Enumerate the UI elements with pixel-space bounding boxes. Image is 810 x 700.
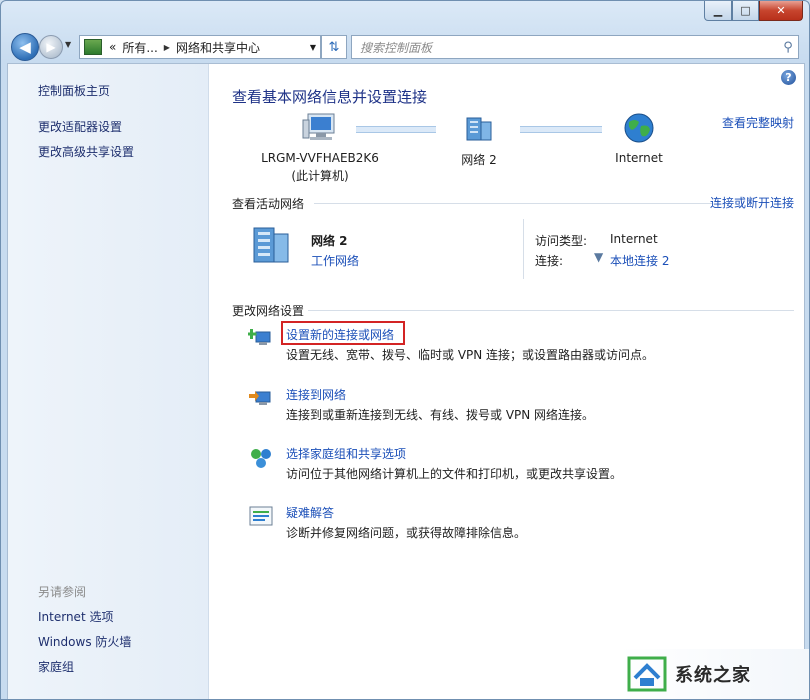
watermark-logo xyxy=(627,656,667,692)
troubleshoot-icon xyxy=(249,506,273,526)
help-icon[interactable]: ? xyxy=(781,70,796,85)
access-type-label: 访问类型: xyxy=(535,234,588,248)
see-also-homegroup[interactable]: 家庭组 xyxy=(38,658,74,675)
vertical-divider xyxy=(523,219,524,279)
sidebar-item-home[interactable]: 控制面板主页 xyxy=(38,82,110,99)
map-link-line xyxy=(356,126,436,133)
page-title: 查看基本网络信息并设置连接 xyxy=(232,88,428,106)
homegroup-icon xyxy=(251,449,271,468)
work-network-icon xyxy=(253,227,289,263)
change-settings-title: 更改网络设置 xyxy=(232,304,305,318)
address-bar[interactable]: « 所有... ▶ 网络和共享中心 ▼ xyxy=(79,35,321,59)
map-computer-name: LRGM-VVFHAEB2K6 xyxy=(261,151,379,165)
connect-network-desc: 连接到或重新连接到无线、有线、拨号或 VPN 网络连接。 xyxy=(286,408,595,422)
computer-icon xyxy=(302,113,335,140)
see-also-firewall[interactable]: Windows 防火墙 xyxy=(38,633,131,650)
control-panel-window: ▁ □ ✕ ◀ ▶ ▼ « 所有... ▶ 网络和共享中心 ▼ ⇅ 搜索控制面板… xyxy=(0,0,810,700)
back-button[interactable]: ◀ xyxy=(11,33,39,61)
main-panel: ? 查看基本网络信息并设置连接 查看完整映射 LRGM-VVFHAEB2K6 (… xyxy=(208,64,804,699)
connect-network-link[interactable]: 连接到网络 xyxy=(286,386,346,403)
sidebar-item-advanced-sharing[interactable]: 更改高级共享设置 xyxy=(38,143,134,160)
active-network-name: 网络 2 xyxy=(311,234,348,248)
control-panel-icon xyxy=(84,39,102,55)
troubleshoot-desc: 诊断并修复网络问题，或获得故障排除信息。 xyxy=(286,526,527,540)
see-also-title: 另请参阅 xyxy=(38,585,87,599)
map-internet-label: Internet xyxy=(615,151,663,165)
section-divider xyxy=(308,310,794,311)
navigation-bar: ◀ ▶ ▼ « 所有... ▶ 网络和共享中心 ▼ ⇅ 搜索控制面板 ⚲ xyxy=(1,31,809,61)
minimize-button[interactable]: ▁ xyxy=(704,1,732,21)
map-link-line xyxy=(520,126,602,133)
breadcrumb-network-center[interactable]: 网络和共享中心 xyxy=(173,39,263,56)
active-networks-title: 查看活动网络 xyxy=(232,197,305,211)
troubleshoot-link[interactable]: 疑难解答 xyxy=(286,504,334,521)
connect-network-icon xyxy=(249,391,271,405)
refresh-button[interactable]: ⇅ xyxy=(321,35,347,59)
homegroup-desc: 访问位于其他网络计算机上的文件和打印机，或更改共享设置。 xyxy=(286,467,623,481)
network-type-link[interactable]: 工作网络 xyxy=(311,252,359,269)
map-computer[interactable]: LRGM-VVFHAEB2K6 (此计算机) xyxy=(250,112,390,184)
highlight-box xyxy=(281,321,405,345)
watermark-text: 系统之家 xyxy=(675,665,751,686)
connect-disconnect-link[interactable]: 连接或断开连接 xyxy=(710,194,794,211)
map-internet[interactable]: Internet xyxy=(606,112,672,165)
breadcrumb-all-items[interactable]: 所有... xyxy=(119,39,160,56)
close-button[interactable]: ✕ xyxy=(759,1,803,21)
sidebar-item-adapter-settings[interactable]: 更改适配器设置 xyxy=(38,118,122,135)
recent-pages-dropdown[interactable]: ▼ xyxy=(65,40,71,49)
window-controls: ▁ □ ✕ xyxy=(704,1,803,21)
globe-icon xyxy=(624,113,654,143)
address-dropdown-icon[interactable]: ▼ xyxy=(310,43,316,52)
breadcrumb-overflow[interactable]: « xyxy=(106,40,119,54)
homegroup-link[interactable]: 选择家庭组和共享选项 xyxy=(286,445,406,462)
access-type-value: Internet xyxy=(610,232,658,246)
content-area: 控制面板主页 更改适配器设置 更改高级共享设置 另请参阅 Internet 选项… xyxy=(7,63,805,699)
maximize-button[interactable]: □ xyxy=(732,1,759,21)
local-connection-link[interactable]: 本地连接 2 xyxy=(610,252,669,269)
refresh-icon: ⇅ xyxy=(328,39,340,55)
section-divider xyxy=(314,203,712,204)
view-full-map-link[interactable]: 查看完整映射 xyxy=(722,114,794,131)
map-network-name: 网络 2 xyxy=(461,153,497,167)
new-connection-desc: 设置无线、宽带、拨号、临时或 VPN 连接；或设置路由器或访问点。 xyxy=(286,348,655,362)
ethernet-icon: ▼ xyxy=(594,250,604,264)
search-box[interactable]: 搜索控制面板 ⚲ xyxy=(351,35,799,59)
breadcrumb-separator-icon[interactable]: ▶ xyxy=(161,43,173,52)
map-computer-sub: (此计算机) xyxy=(291,169,349,183)
see-also-internet-options[interactable]: Internet 选项 xyxy=(38,608,113,625)
sidebar: 控制面板主页 更改适配器设置 更改高级共享设置 另请参阅 Internet 选项… xyxy=(8,64,209,699)
forward-button[interactable]: ▶ xyxy=(39,35,63,59)
new-connection-icon xyxy=(248,329,271,345)
watermark: 系统之家 xyxy=(619,649,809,699)
map-network[interactable]: 网络 2 xyxy=(444,112,514,168)
connections-label: 连接: xyxy=(535,254,564,268)
search-input[interactable]: 搜索控制面板 xyxy=(352,39,778,56)
search-icon[interactable]: ⚲ xyxy=(778,40,798,55)
network-icon xyxy=(466,117,492,141)
